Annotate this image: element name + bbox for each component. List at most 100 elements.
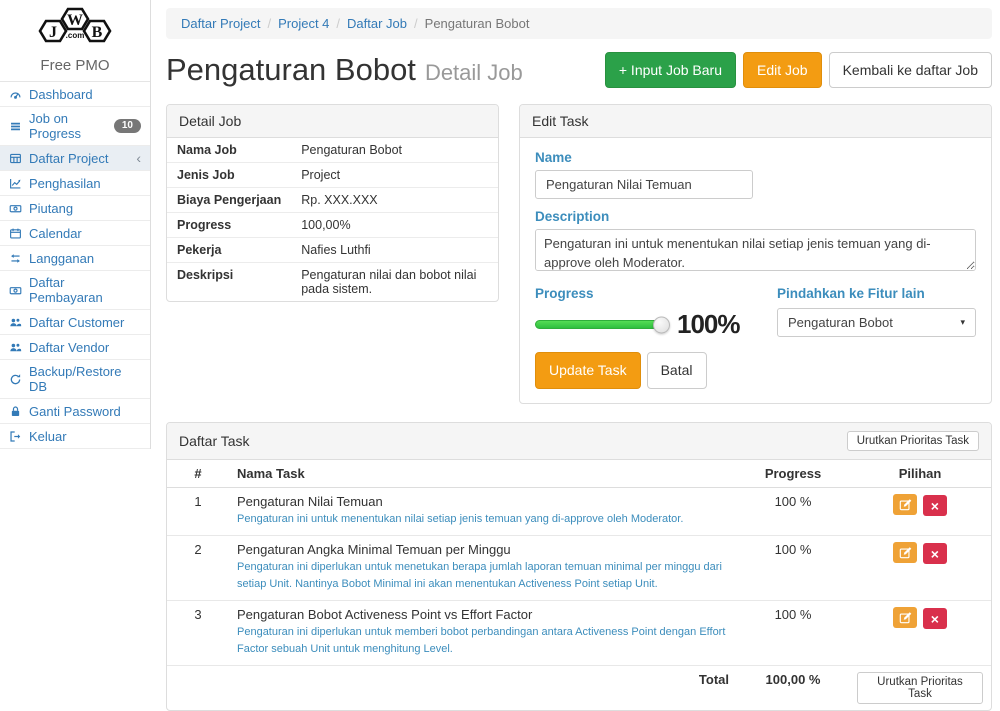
detail-job-panel: Detail Job Nama Job Pengaturan Bobot Jen… <box>166 104 499 302</box>
sidebar-item-ganti-password[interactable]: Ganti Password <box>0 399 150 424</box>
sidebar-item-daftar-pembayaran[interactable]: Daftar Pembayaran <box>0 271 150 310</box>
table-header-row: # Nama Task Progress Pilihan <box>167 460 991 488</box>
detail-job-table: Nama Job Pengaturan Bobot Jenis Job Proj… <box>167 138 498 301</box>
kembali-ke-daftar-job-button[interactable]: Kembali ke daftar Job <box>829 52 992 88</box>
page-header: Pengaturan Bobot Detail Job + Input Job … <box>166 52 992 88</box>
detail-label: Pekerja <box>167 238 291 263</box>
task-number: 2 <box>167 535 229 600</box>
table-row: Nama Job Pengaturan Bobot <box>167 138 498 163</box>
select-caret-icon: ▾ <box>960 317 965 328</box>
main-content: Daftar Project / Project 4 / Daftar Job … <box>151 0 1000 578</box>
detail-label: Deskripsi <box>167 263 291 302</box>
close-icon: × <box>931 499 939 513</box>
pencil-square-icon <box>899 611 912 624</box>
sidebar-item-daftar-customer[interactable]: Daftar Customer <box>0 310 150 335</box>
task-actions: × <box>849 535 991 600</box>
total-label: Total <box>229 665 737 710</box>
name-label: Name <box>535 150 976 165</box>
table-row: 3 Pengaturan Bobot Activeness Point vs E… <box>167 600 991 665</box>
breadcrumb-current: Pengaturan Bobot <box>425 16 530 31</box>
sign-out-icon <box>9 430 22 443</box>
detail-label: Progress <box>167 213 291 238</box>
sidebar-item-label: Keluar <box>29 429 67 444</box>
sidebar-item-job-on-progress[interactable]: Job on Progress 10 <box>0 107 150 146</box>
delete-task-button[interactable]: × <box>923 495 947 516</box>
detail-label: Nama Job <box>167 138 291 163</box>
sidebar-item-piutang[interactable]: Piutang <box>0 196 150 221</box>
breadcrumb-link-project-4[interactable]: Project 4 <box>278 16 329 31</box>
progress-label: Progress <box>535 286 777 301</box>
sidebar-item-langganan[interactable]: Langganan <box>0 246 150 271</box>
delete-task-button[interactable]: × <box>923 608 947 629</box>
sidebar-item-label: Ganti Password <box>29 404 121 419</box>
page-title: Pengaturan Bobot <box>166 52 416 88</box>
progress-slider[interactable] <box>535 320 663 329</box>
daftar-task-panel-title: Daftar Task <box>179 433 250 449</box>
input-job-baru-button[interactable]: + Input Job Baru <box>605 52 736 88</box>
task-name: Pengaturan Angka Minimal Temuan per Ming… <box>237 542 729 557</box>
edit-task-button[interactable] <box>893 494 917 515</box>
edit-task-panel: Edit Task Name Description Pengaturan in… <box>519 104 992 403</box>
sidebar-item-dashboard[interactable]: Dashboard <box>0 82 150 107</box>
sidebar-item-penghasilan[interactable]: Penghasilan <box>0 171 150 196</box>
sidebar-item-keluar[interactable]: Keluar <box>0 424 150 449</box>
table-row: Deskripsi Pengaturan nilai dan bobot nil… <box>167 263 498 302</box>
svg-text:.com: .com <box>66 31 85 40</box>
delete-task-button[interactable]: × <box>923 543 947 564</box>
task-progress: 100 % <box>737 487 849 535</box>
sidebar-item-label: Daftar Project <box>29 151 108 166</box>
pencil-square-icon <box>899 498 912 511</box>
task-description-textarea[interactable]: Pengaturan ini untuk menentukan nilai se… <box>535 229 976 271</box>
column-header-progress: Progress <box>737 460 849 488</box>
urutkan-prioritas-task-button-bottom[interactable]: Urutkan Prioritas Task <box>857 672 983 704</box>
sidebar-item-label: Dashboard <box>29 87 93 102</box>
table-row: 1 Pengaturan Nilai Temuan Pengaturan ini… <box>167 487 991 535</box>
urutkan-prioritas-task-button-top[interactable]: Urutkan Prioritas Task <box>847 431 979 451</box>
edit-task-panel-title: Edit Task <box>520 105 991 138</box>
close-icon: × <box>931 612 939 626</box>
close-icon: × <box>931 547 939 561</box>
move-feature-select[interactable]: Pengaturan Bobot ▾ <box>777 308 976 337</box>
edit-task-button[interactable] <box>893 542 917 563</box>
detail-value: Nafies Luthfi <box>291 238 498 263</box>
breadcrumb-link-daftar-job[interactable]: Daftar Job <box>347 16 407 31</box>
task-description: Pengaturan ini diperlukan untuk memberi … <box>237 624 729 658</box>
task-actions: × <box>849 487 991 535</box>
users-icon <box>9 341 22 354</box>
sidebar-item-calendar[interactable]: Calendar <box>0 221 150 246</box>
edit-task-button[interactable] <box>893 607 917 628</box>
batal-button[interactable]: Batal <box>647 352 707 388</box>
task-number: 3 <box>167 600 229 665</box>
task-name-input[interactable] <box>535 170 753 199</box>
sidebar-item-label: Job on Progress <box>29 111 107 141</box>
dashboard-icon <box>9 88 22 101</box>
move-feature-selected-value: Pengaturan Bobot <box>788 315 893 330</box>
table-row: Progress 100,00% <box>167 213 498 238</box>
svg-text:J: J <box>49 24 57 41</box>
breadcrumb-link-daftar-project[interactable]: Daftar Project <box>181 16 260 31</box>
task-description: Pengaturan ini diperlukan untuk menetuka… <box>237 559 729 593</box>
pencil-square-icon <box>899 546 912 559</box>
money-icon <box>9 284 22 297</box>
sidebar: W J B .com Free PMO Dashboard Job on Pro… <box>0 0 151 449</box>
sidebar-item-backup-restore[interactable]: Backup/Restore DB <box>0 360 150 399</box>
app-logo[interactable]: W J B .com Free PMO <box>0 0 150 82</box>
sidebar-item-daftar-vendor[interactable]: Daftar Vendor <box>0 335 150 360</box>
sidebar-item-daftar-project[interactable]: Daftar Project ‹ <box>0 146 150 171</box>
job-count-badge: 10 <box>114 119 141 133</box>
table-row: 2 Pengaturan Angka Minimal Temuan per Mi… <box>167 535 991 600</box>
exchange-icon <box>9 252 22 265</box>
breadcrumb: Daftar Project / Project 4 / Daftar Job … <box>166 8 992 39</box>
update-task-button[interactable]: Update Task <box>535 352 641 388</box>
sidebar-item-label: Daftar Vendor <box>29 340 109 355</box>
tasks-icon <box>9 120 22 133</box>
progress-slider-handle[interactable] <box>653 316 670 333</box>
task-progress: 100 % <box>737 600 849 665</box>
svg-text:W: W <box>67 12 83 29</box>
table-icon <box>9 152 22 165</box>
calendar-icon <box>9 227 22 240</box>
task-table: # Nama Task Progress Pilihan 1 Pengatura… <box>167 460 991 710</box>
edit-job-button[interactable]: Edit Job <box>743 52 822 88</box>
table-row: Biaya Pengerjaan Rp. XXX.XXX <box>167 188 498 213</box>
detail-value: Pengaturan Bobot <box>291 138 498 163</box>
